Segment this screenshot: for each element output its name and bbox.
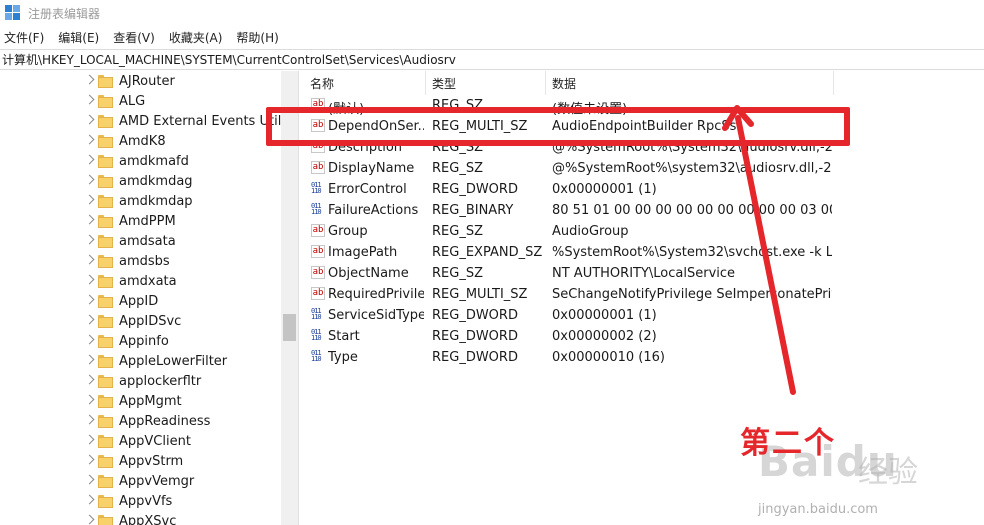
- watermark-url: jingyan.baidu.com: [758, 502, 878, 517]
- annotation-text: 第二个: [740, 426, 836, 461]
- watermark-suffix: 经验: [858, 455, 918, 490]
